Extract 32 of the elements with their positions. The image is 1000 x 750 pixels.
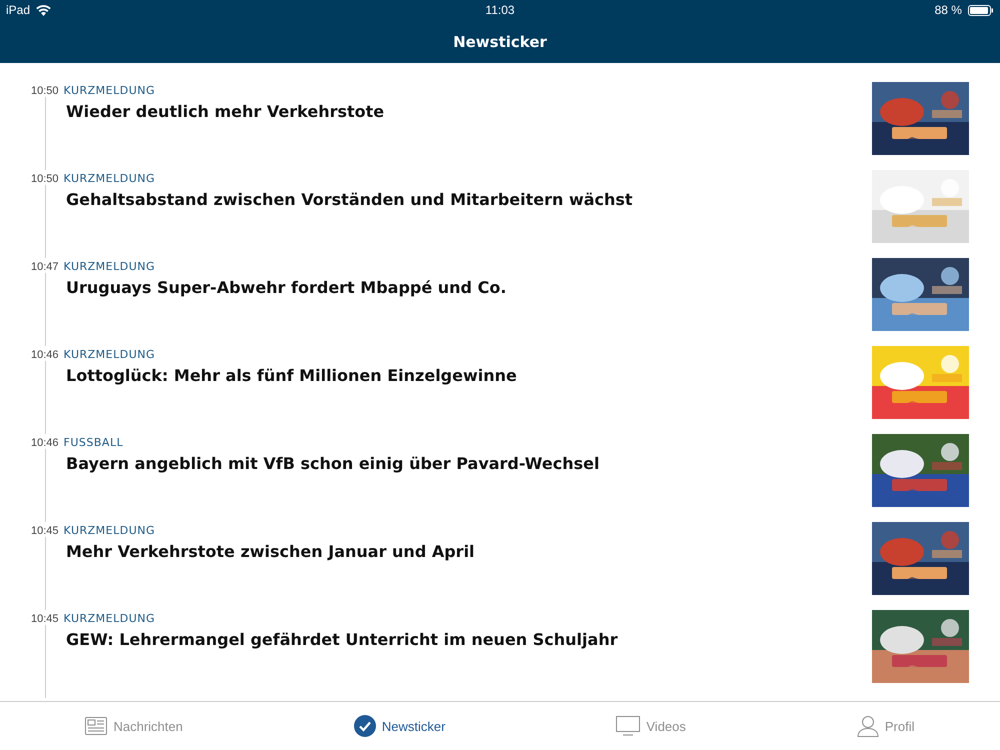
news-time: 10:46 bbox=[31, 437, 59, 449]
device-name: iPad bbox=[6, 3, 30, 17]
news-category: KURZMELDUNG bbox=[64, 348, 156, 361]
news-category: KURZMELDUNG bbox=[64, 612, 156, 625]
news-category: KURZMELDUNG bbox=[64, 84, 156, 97]
tab[interactable]: Newsticker bbox=[350, 711, 450, 741]
news-category: KURZMELDUNG bbox=[64, 172, 156, 185]
news-time: 10:45 bbox=[31, 525, 59, 537]
news-headline[interactable]: Uruguays Super-Abwehr fordert Mbappé und Co. bbox=[66, 278, 506, 297]
page-title: Newsticker bbox=[453, 32, 547, 50]
news-headline[interactable]: Wieder deutlich mehr Verkehrstote bbox=[66, 102, 384, 121]
wifi-icon bbox=[36, 4, 52, 16]
newspaper-icon bbox=[85, 717, 108, 735]
news-time: 10:50 bbox=[31, 85, 59, 97]
clock-time: 11:03 bbox=[485, 3, 515, 17]
news-category: KURZMELDUNG bbox=[64, 524, 156, 537]
news-headline[interactable]: GEW: Lehrermangel gefährdet Unterricht im neuen Schuljahr bbox=[66, 630, 618, 649]
news-time: 10:46 bbox=[31, 349, 59, 361]
news-category: KURZMELDUNG bbox=[64, 260, 156, 273]
news-time: 10:45 bbox=[31, 613, 59, 625]
news-time: 10:47 bbox=[31, 261, 59, 273]
news-headline[interactable]: Mehr Verkehrstote zwischen Januar und April bbox=[66, 542, 475, 561]
news-category: FUSSBALL bbox=[64, 436, 124, 449]
news-headline[interactable]: Lottoglück: Mehr als fünf Millionen Einzelgewinne bbox=[66, 366, 517, 385]
news-time: 10:50 bbox=[31, 173, 59, 185]
monitor-icon bbox=[616, 716, 640, 736]
battery-percent: 88 % bbox=[934, 3, 962, 17]
person-icon bbox=[856, 715, 879, 737]
news-headline[interactable]: Gehaltsabstand zwischen Vorständen und Mitarbeitern wächst bbox=[66, 190, 633, 209]
battery-icon bbox=[968, 4, 994, 16]
checkmark-icon bbox=[354, 715, 376, 737]
news-headline[interactable]: Bayern angeblich mit VfB schon einig über Pavard-Wechsel bbox=[66, 454, 600, 473]
